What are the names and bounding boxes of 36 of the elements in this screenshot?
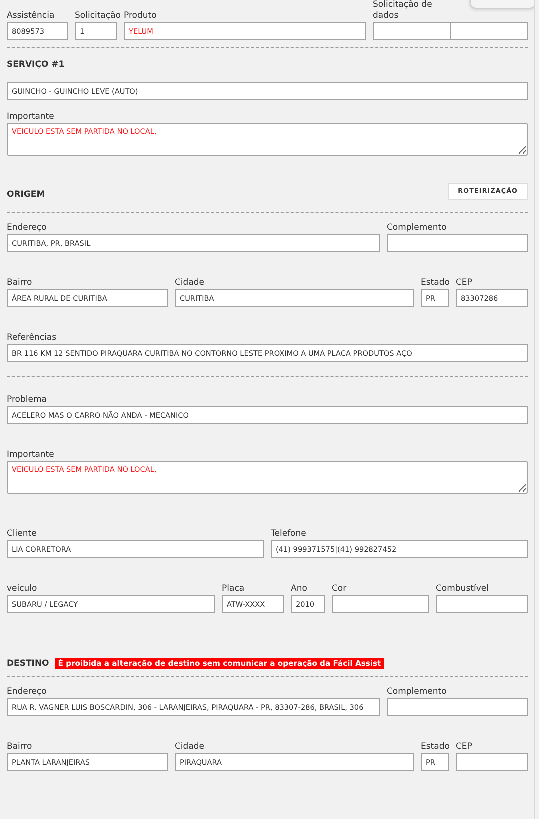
field-label: Importante — [7, 111, 56, 123]
input-field[interactable] — [373, 22, 451, 40]
field-label: Ano — [291, 583, 308, 595]
field-label: veículo — [7, 583, 38, 595]
field-label: Referências — [7, 332, 58, 344]
field-label: Cidade — [175, 741, 206, 753]
field-label: Assistência — [7, 11, 56, 22]
input-field[interactable] — [450, 22, 528, 40]
input-field[interactable] — [436, 595, 528, 613]
field-label: Complemento — [387, 686, 448, 698]
input-field[interactable] — [387, 234, 528, 252]
field-label: Estado — [421, 277, 449, 289]
field-label: Endereço — [7, 222, 48, 234]
field-label: Importante — [7, 449, 56, 461]
field-label: Produto — [124, 11, 158, 22]
field-label: Bairro — [7, 277, 34, 289]
section-heading: SERVIÇO #1 — [7, 60, 66, 70]
field-label: CEP — [456, 741, 474, 753]
field-label: Combustível — [436, 583, 490, 595]
input-field[interactable] — [387, 698, 528, 716]
input-field[interactable] — [456, 753, 528, 771]
section-heading: ORIGEM — [7, 190, 46, 200]
field-label: Placa — [222, 583, 246, 595]
field-label: Endereço — [7, 686, 48, 698]
field-label: CEP — [456, 277, 474, 289]
field-label: Complemento — [387, 222, 448, 234]
field-label: Bairro — [7, 741, 34, 753]
field-label: Cliente — [7, 528, 38, 540]
input-field[interactable] — [332, 595, 429, 613]
section-heading: DESTINO — [7, 658, 50, 668]
field-label: Telefone — [271, 528, 308, 540]
field-label: Estado — [421, 741, 449, 753]
field-label: Problema — [7, 394, 48, 406]
field-label: Solicitação de dados — [373, 0, 434, 22]
field-label: Cor — [332, 583, 348, 595]
field-label: Cidade — [175, 277, 206, 289]
